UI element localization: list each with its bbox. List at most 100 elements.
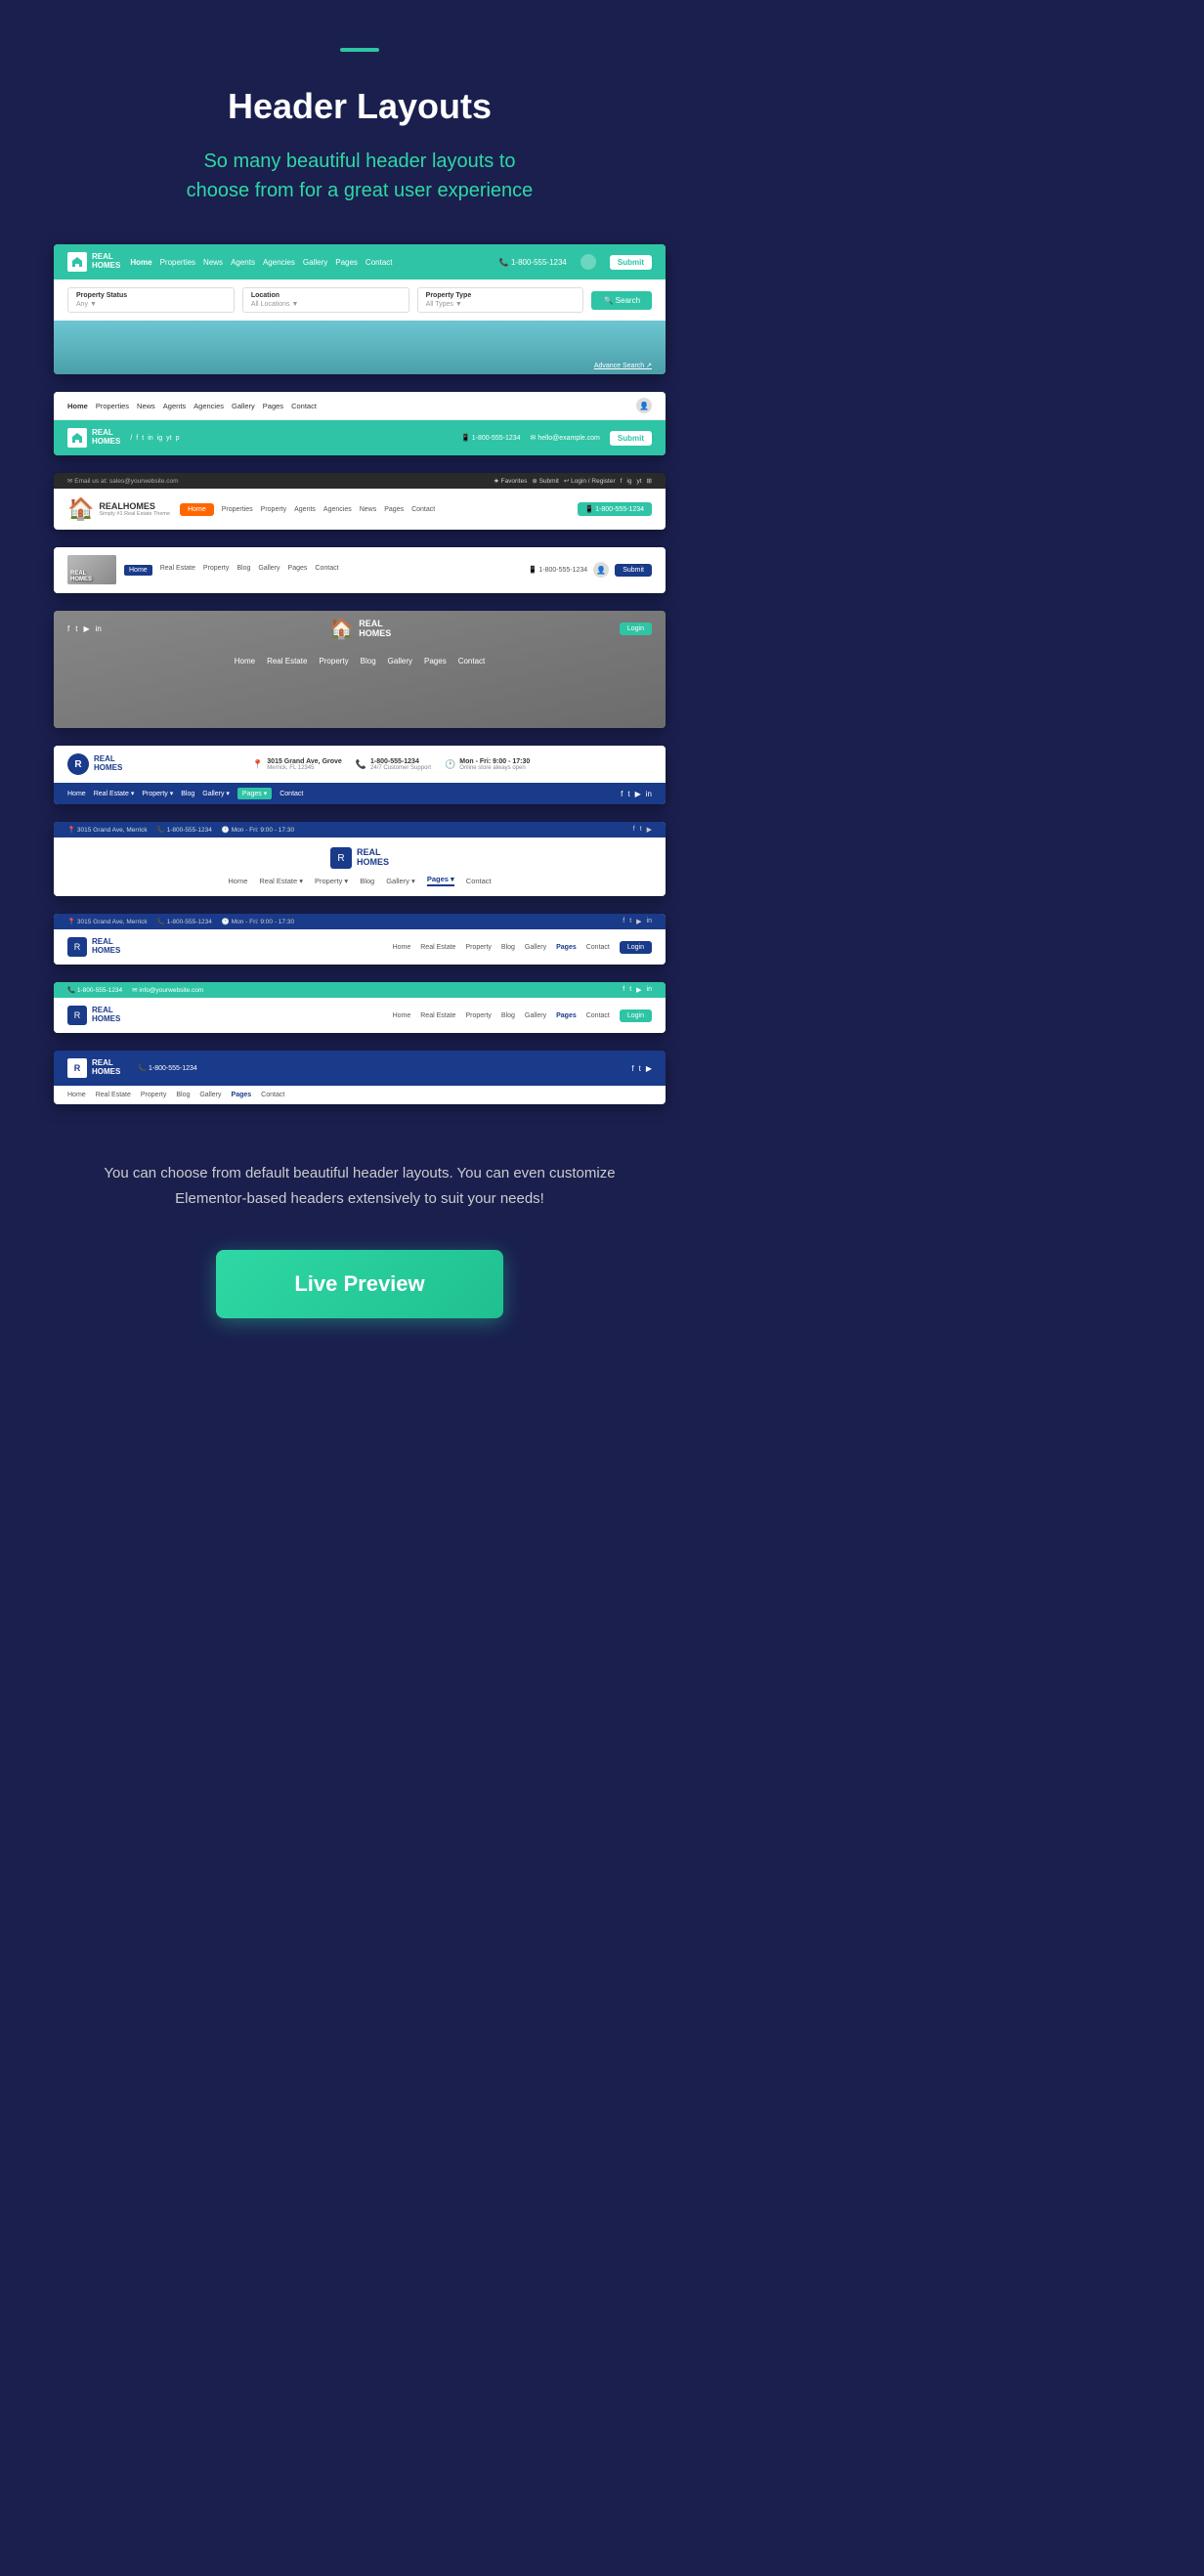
l3-phone-btn[interactable]: 📱 1-800-555-1234 [578,502,652,516]
l9-in-icon[interactable]: in [647,986,652,994]
l3-nav-agents[interactable]: Agents [294,506,316,513]
l3-nav-news[interactable]: News [360,506,377,513]
l7-nav-blog[interactable]: Blog [360,877,374,885]
l7-nav-realestate[interactable]: Real Estate ▾ [259,877,303,885]
l8-nav-contact[interactable]: Contact [586,944,610,951]
l9-nav-realestate[interactable]: Real Estate [420,1012,455,1019]
twitter-icon-2[interactable]: t [142,435,144,442]
l9-fb-icon[interactable]: f [623,986,624,994]
l10-nav-pages[interactable]: Pages [232,1092,252,1098]
layout1-submit-btn[interactable]: Submit [610,255,652,270]
live-preview-button[interactable]: Live Preview [216,1250,502,1318]
l6-nav-contact[interactable]: Contact [280,791,303,797]
l6-in-icon[interactable]: in [646,790,652,798]
l10-nav-contact[interactable]: Contact [261,1092,284,1098]
l3-nav-pages[interactable]: Pages [384,506,404,513]
l9-nav-home[interactable]: Home [393,1012,411,1019]
layout2-submit-btn[interactable]: Submit [610,431,652,446]
l8-login-btn[interactable]: Login [620,941,652,954]
l10-nav-blog[interactable]: Blog [176,1092,190,1098]
l7-nav-home[interactable]: Home [228,877,247,885]
l5-nav-contact[interactable]: Contact [458,657,486,665]
favorites-link[interactable]: ★ Favorites [494,477,527,485]
facebook-icon-2[interactable]: f [136,435,138,442]
l4-nav-contact[interactable]: Contact [315,565,338,576]
l7-yt-icon[interactable]: ▶ [647,826,652,834]
l9-nav-property[interactable]: Property [465,1012,491,1019]
l8-in-icon[interactable]: in [647,918,652,925]
l4-nav-gallery[interactable]: Gallery [258,565,280,576]
l8-nav-blog[interactable]: Blog [501,944,515,951]
l6-nav-blog[interactable]: Blog [181,791,194,797]
submit-link[interactable]: ⊕ Submit [532,477,558,485]
l5-tw-icon[interactable]: t [75,624,77,633]
l9-login-btn[interactable]: Login [620,1009,652,1022]
l6-nav-pages[interactable]: Pages ▾ [237,788,272,799]
l5-nav-pages[interactable]: Pages [424,657,447,665]
instagram-icon-2[interactable]: ig [157,435,162,442]
l4-nav-pages[interactable]: Pages [288,565,308,576]
social-4[interactable]: ⊞ [647,477,652,485]
l6-yt-icon[interactable]: ▶ [635,790,641,798]
nav-link-agents[interactable]: Agents [231,258,255,267]
l5-fb-icon[interactable]: f [67,624,69,633]
l3-nav-home[interactable]: Home [180,503,214,516]
l3-nav-property[interactable]: Property [261,506,286,513]
l3-nav-properties[interactable]: Properties [222,506,253,513]
l6-nav-gallery[interactable]: Gallery ▾ [202,790,230,797]
l4-nav-property[interactable]: Property [203,565,229,576]
l5-nav-realestate[interactable]: Real Estate [267,657,307,665]
nav-link-news[interactable]: News [203,258,223,267]
linkedin-icon-2[interactable]: in [148,435,152,442]
l7-nav-gallery[interactable]: Gallery ▾ [386,877,415,885]
l2-nav-pages[interactable]: Pages [263,402,283,410]
l10-nav-gallery[interactable]: Gallery [199,1092,221,1098]
nav-link-pages[interactable]: Pages [335,258,358,267]
l4-nav-realestate[interactable]: Real Estate [160,565,195,576]
social-3[interactable]: yt [636,478,641,485]
login-register-link[interactable]: ↩ Login / Register [564,477,616,485]
l8-nav-pages[interactable]: Pages [556,944,577,951]
l7-nav-contact[interactable]: Contact [466,877,492,885]
l8-nav-home[interactable]: Home [393,944,411,951]
search-btn-1[interactable]: 🔍 Search [591,291,652,310]
l2-nav-agents[interactable]: Agents [163,402,186,410]
l9-nav-pages[interactable]: Pages [556,1012,577,1019]
advance-search-link[interactable]: Advance Search ↗ [594,362,652,369]
pinterest-icon-2[interactable]: p [176,435,180,442]
nav-link-gallery[interactable]: Gallery [303,258,327,267]
social-1[interactable]: f [621,478,623,485]
l10-nav-home[interactable]: Home [67,1092,86,1098]
l8-nav-property[interactable]: Property [465,944,491,951]
l5-nav-home[interactable]: Home [235,657,255,665]
nav-link-properties[interactable]: Properties [160,258,195,267]
l2-nav-gallery[interactable]: Gallery [232,402,255,410]
nav-link-home[interactable]: Home [130,258,151,267]
l4-nav-home[interactable]: Home [124,565,152,576]
l2-nav-news[interactable]: News [137,402,155,410]
l5-nav-property[interactable]: Property [319,657,348,665]
l6-nav-home[interactable]: Home [67,791,86,797]
l9-nav-gallery[interactable]: Gallery [525,1012,546,1019]
l3-nav-agencies[interactable]: Agencies [323,506,352,513]
l7-nav-pages[interactable]: Pages ▾ [427,875,454,886]
l9-tw-icon[interactable]: t [629,986,631,994]
l5-nav-blog[interactable]: Blog [361,657,376,665]
l4-submit-btn[interactable]: Submit [615,564,652,577]
l6-nav-property[interactable]: Property ▾ [142,790,173,797]
l10-tw-icon[interactable]: t [639,1064,641,1073]
l6-nav-realestate[interactable]: Real Estate ▾ [94,790,135,797]
l10-nav-realestate[interactable]: Real Estate [96,1092,131,1098]
l10-yt-icon[interactable]: ▶ [646,1064,652,1073]
social-2[interactable]: ig [626,478,631,485]
l7-tw-icon[interactable]: t [640,826,642,834]
l2-nav-properties[interactable]: Properties [96,402,129,410]
l2-nav-home[interactable]: Home [67,402,88,410]
l4-nav-blog[interactable]: Blog [236,565,250,576]
l8-nav-gallery[interactable]: Gallery [525,944,546,951]
l7-nav-property[interactable]: Property ▾ [315,877,348,885]
l5-nav-gallery[interactable]: Gallery [388,657,412,665]
l8-nav-realestate[interactable]: Real Estate [420,944,455,951]
nav-link-contact[interactable]: Contact [366,258,393,267]
l2-nav-contact[interactable]: Contact [291,402,317,410]
